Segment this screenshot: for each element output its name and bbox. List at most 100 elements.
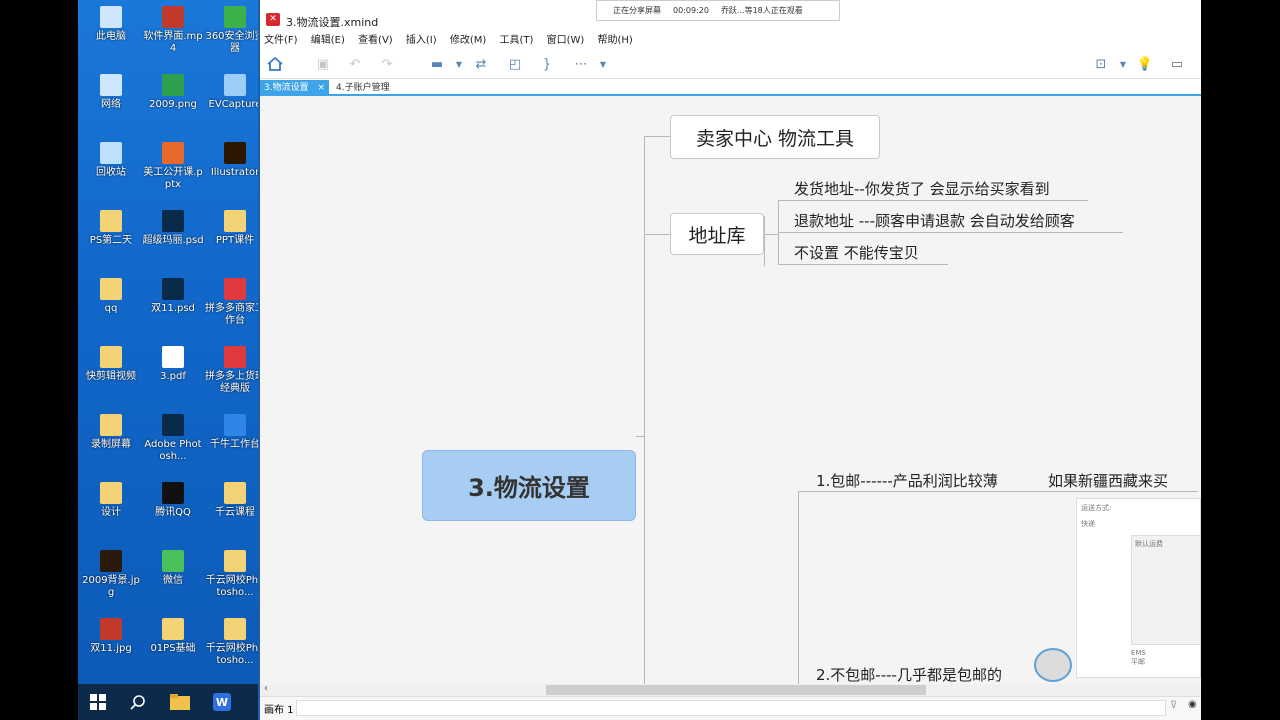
presentation-icon[interactable]: ⊡ <box>1092 56 1110 74</box>
desktop-icon[interactable]: Illustrator <box>204 142 260 179</box>
menu-insert[interactable]: 插入(I) <box>406 35 437 46</box>
desktop-icon-label: 2009.png <box>149 99 197 110</box>
connector <box>798 491 799 684</box>
desktop-icon-label: 2009背景.jpg <box>82 575 140 598</box>
panel-toggle-icon[interactable]: ▭ <box>1168 56 1186 74</box>
chevron-down-icon[interactable]: ▼ <box>450 56 468 74</box>
desktop-icon[interactable]: 快剪辑视频 <box>80 346 142 383</box>
desktop-icon[interactable]: 软件界面.mp4 <box>142 6 204 55</box>
menu-window[interactable]: 窗口(W) <box>547 35 585 46</box>
qianniu-icon <box>224 414 246 436</box>
desktop-icon[interactable]: 01PS基础 <box>142 618 204 655</box>
xmind-logo-icon: ✕ <box>266 13 280 26</box>
folder-icon <box>100 278 122 300</box>
desktop-icon[interactable]: 拼多多商家工作台 <box>204 278 260 327</box>
summary-icon[interactable]: } <box>538 56 556 74</box>
subtopic-free-shipping-note[interactable]: 如果新疆西藏来买 <box>1048 470 1168 491</box>
desktop-icon[interactable]: PS第二天 <box>80 210 142 247</box>
topic-icon[interactable]: ▬ <box>428 56 446 74</box>
desktop-icon[interactable]: 千云网校Photosho... <box>204 550 260 599</box>
windows-start-icon[interactable] <box>78 684 118 720</box>
menu-file[interactable]: 文件(F) <box>264 35 298 46</box>
desktop-icon[interactable]: 360安全浏览器 <box>204 6 260 55</box>
tab-label: 3.物流设置 <box>264 83 309 93</box>
menu-edit[interactable]: 编辑(E) <box>311 35 345 46</box>
search-icon[interactable] <box>118 684 158 720</box>
filter-icon[interactable]: ⊽ <box>1170 700 1177 711</box>
desktop-icon[interactable]: Adobe Photosh... <box>142 414 204 463</box>
desktop-icon[interactable]: 双11.psd <box>142 278 204 315</box>
more-icon[interactable]: ⋯ <box>572 56 590 74</box>
desktop-icon[interactable]: 此电脑 <box>80 6 142 43</box>
connector <box>764 216 765 266</box>
folder-shortcut-icon <box>224 482 246 504</box>
desktop-icon[interactable]: 录制屏幕 <box>80 414 142 451</box>
subtopic-no-setup[interactable]: 不设置 不能传宝贝 <box>794 242 919 263</box>
desktop-icon-label: 微信 <box>163 575 183 586</box>
desktop-icon-label: 此电脑 <box>96 31 126 42</box>
desktop-icon[interactable]: 千牛工作台 <box>204 414 260 451</box>
eye-icon[interactable]: ◉ <box>1188 699 1197 710</box>
horizontal-scrollbar[interactable]: ‹ <box>260 683 1201 696</box>
desktop-icon[interactable]: 2009.png <box>142 74 204 111</box>
folder-icon <box>100 482 122 504</box>
desktop-icon-label: 网络 <box>101 99 121 110</box>
desktop-icon[interactable]: 腾讯QQ <box>142 482 204 519</box>
tab-active[interactable]: 3.物流设置 × <box>260 80 330 96</box>
illustrator-icon <box>224 142 246 164</box>
desktop-icon-label: 腾讯QQ <box>155 507 191 518</box>
desktop-icon[interactable]: 拼多多上货理经典版 <box>204 346 260 395</box>
file-explorer-icon[interactable] <box>160 684 200 720</box>
desktop-icon[interactable]: 千云课程 <box>204 482 260 519</box>
desktop-icon[interactable]: 设计 <box>80 482 142 519</box>
tab-inactive[interactable]: 4.子账户管理 <box>332 80 394 96</box>
chevron-left-icon[interactable]: ‹ <box>264 683 268 694</box>
chevron-down-icon[interactable]: ▼ <box>594 56 612 74</box>
connector <box>636 436 644 437</box>
subtopic-not-free-shipping[interactable]: 2.不包邮----几乎都是包邮的 <box>816 664 1002 684</box>
computer-icon <box>100 6 122 28</box>
desktop-icon[interactable]: 双11.jpg <box>80 618 142 655</box>
subtopic-refund-address[interactable]: 退款地址 ---顾客申请退款 会自动发给顾客 <box>794 210 1075 231</box>
menu-modify[interactable]: 修改(M) <box>450 35 486 46</box>
chevron-down-icon[interactable]: ▼ <box>1114 56 1132 74</box>
save-icon[interactable]: ▣ <box>314 56 332 74</box>
menu-view[interactable]: 查看(V) <box>358 35 393 46</box>
desktop-icon[interactable]: qq <box>80 278 142 315</box>
wps-icon[interactable]: W <box>202 684 242 720</box>
central-topic[interactable]: 3.物流设置 <box>422 450 636 521</box>
desktop-icon-label: 软件界面.mp4 <box>143 31 203 54</box>
scrollbar-thumb[interactable] <box>546 685 926 695</box>
branch-topic-address-book[interactable]: 地址库 <box>670 213 764 255</box>
subtopic-shipping-address[interactable]: 发货地址--你发货了 会显示给买家看到 <box>794 178 1050 199</box>
sheet-tab-strip <box>296 700 1166 716</box>
desktop-icon[interactable]: PPT课件 <box>204 210 260 247</box>
mindmap-canvas[interactable]: 3.物流设置 卖家中心 物流工具 地址库 发货地址--你发货了 会显示给买家看到… <box>260 96 1201 684</box>
menu-help[interactable]: 帮助(H) <box>597 35 632 46</box>
desktop-icon[interactable]: 3.pdf <box>142 346 204 383</box>
branch-topic-seller-center[interactable]: 卖家中心 物流工具 <box>670 115 880 159</box>
embedded-image-shipping-form[interactable]: 运送方式: 快递 默认运费 EMS 平邮 <box>1076 498 1201 678</box>
desktop-icon[interactable]: 网络 <box>80 74 142 111</box>
desktop-icon-label: 美工公开课.pptx <box>143 167 203 190</box>
desktop-icon[interactable]: 微信 <box>142 550 204 587</box>
desktop-icon[interactable]: 超级玛丽.psd <box>142 210 204 247</box>
close-icon[interactable]: × <box>317 83 325 93</box>
desktop-icon[interactable]: 千云网校Photosho... <box>204 618 260 667</box>
windows-desktop: 此电脑 软件界面.mp4 360安全浏览器网络 2009.png EVCapture 回收… <box>78 0 260 684</box>
redo-icon[interactable]: ↷ <box>378 56 396 74</box>
sheet-tab[interactable]: 画布 1 <box>264 701 294 716</box>
desktop-icon[interactable]: 回收站 <box>80 142 142 179</box>
boundary-icon[interactable]: ◰ <box>506 56 524 74</box>
folder-icon <box>100 414 122 436</box>
lightbulb-icon[interactable]: 💡 <box>1136 56 1154 74</box>
desktop-icon[interactable]: 美工公开课.pptx <box>142 142 204 191</box>
undo-icon[interactable]: ↶ <box>346 56 364 74</box>
menu-tools[interactable]: 工具(T) <box>499 35 533 46</box>
relationship-icon[interactable]: ⇄ <box>472 56 490 74</box>
home-icon[interactable] <box>266 56 284 74</box>
desktop-icon-label: 回收站 <box>96 167 126 178</box>
desktop-icon[interactable]: 2009背景.jpg <box>80 550 142 599</box>
desktop-icon[interactable]: EVCapture <box>204 74 260 111</box>
subtopic-free-shipping[interactable]: 1.包邮------产品利润比较薄 <box>816 470 998 491</box>
